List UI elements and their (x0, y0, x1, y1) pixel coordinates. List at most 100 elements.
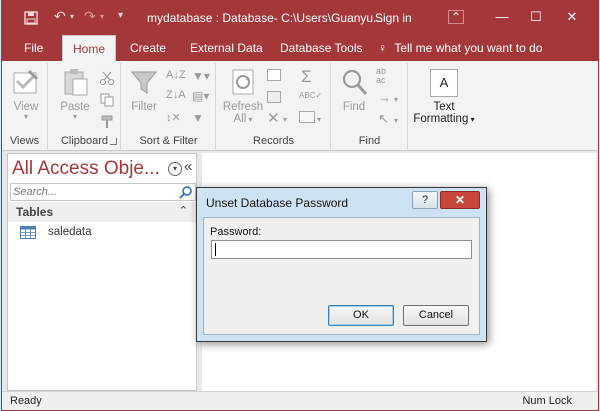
redo-icon[interactable]: ↷ (84, 8, 96, 25)
views-group-label: Views (9, 135, 40, 147)
navigation-pane: All Access Obje... ▾ « Tables ⌃ saledata (7, 153, 197, 391)
tell-me-search[interactable]: ♀ Tell me what you want to do (378, 35, 542, 61)
new-record-icon[interactable] (267, 69, 281, 81)
toggle-filter-icon[interactable]: ▼ (192, 111, 204, 125)
text-formatting-letter: A (439, 75, 449, 90)
view-dropdown-icon: ▾ (23, 112, 28, 121)
nav-search-box (10, 183, 196, 201)
cut-icon[interactable] (99, 71, 115, 85)
spelling-icon[interactable]: ABC✓ (299, 91, 322, 100)
delete-record-icon[interactable]: ✕ (267, 109, 280, 127)
customize-qat-icon[interactable]: ▾ (118, 10, 123, 21)
close-icon[interactable]: ✕ (558, 5, 586, 29)
search-icon[interactable] (179, 185, 193, 199)
window-title: mydatabase : Database- C:\Users\Guanyu..… (147, 11, 384, 25)
ribbon-display-options-icon[interactable]: ⌃ (448, 10, 464, 24)
text-formatting-button[interactable]: A Text Formatting ▾ (411, 67, 477, 125)
records-group-label: Records (253, 135, 294, 147)
password-input[interactable] (211, 240, 472, 259)
find-group: Find ab ac → ▾ ↖ ▾ Find (332, 63, 408, 149)
sort-ascending-icon[interactable]: A↓Z (166, 69, 186, 81)
nav-item-saledata[interactable]: saledata (18, 224, 188, 242)
tables-section-header[interactable]: Tables ⌃ (8, 202, 196, 222)
refresh-all-button[interactable]: Refresh All ▾ (221, 67, 265, 126)
totals-icon[interactable]: Σ (301, 67, 312, 87)
redo-dropdown-icon[interactable]: ▾ (100, 12, 104, 21)
lightbulb-icon: ♀ (378, 41, 387, 55)
dialog-help-button[interactable]: ? (412, 191, 438, 209)
clipboard-launcher-icon[interactable] (110, 138, 117, 145)
more-records-icon[interactable] (299, 111, 315, 123)
sign-in-link[interactable]: Sign in (375, 11, 412, 25)
selection-filter-icon[interactable]: ▼▾ (192, 69, 210, 83)
find-icon (342, 69, 368, 95)
sort-filter-group: Filter A↓Z Z↓A ↕✕ ▼▾ ▤▾ ▼ Sort & Filter (122, 63, 216, 149)
select-dropdown-icon[interactable]: ▾ (394, 116, 398, 125)
text-formatting-group: A Text Formatting ▾ (409, 63, 479, 149)
tell-me-text: Tell me what you want to do (394, 41, 543, 55)
filter-button[interactable]: Filter (126, 67, 162, 113)
select-icon[interactable]: ↖ (378, 111, 389, 127)
formatting-text: Formatting (413, 113, 469, 125)
nav-item-label: saledata (48, 226, 92, 238)
tab-database-tools[interactable]: Database Tools (272, 35, 371, 61)
dialog-title: Unset Database Password (206, 196, 349, 210)
text-formatting-icon: A (430, 69, 458, 97)
go-to-icon[interactable]: → (378, 90, 391, 105)
ok-button[interactable]: OK (328, 305, 394, 326)
tab-create[interactable]: Create (122, 35, 174, 61)
nav-search-input[interactable] (11, 184, 177, 200)
ribbon-body: View ▾ Views Paste ▾ Clipboard Filter A↓… (2, 61, 598, 151)
filter-icon (130, 71, 158, 94)
find-label: Find (342, 101, 366, 113)
replace-icon[interactable]: ab ac (376, 67, 386, 85)
cancel-button[interactable]: Cancel (403, 305, 469, 326)
undo-dropdown-icon[interactable]: ▾ (70, 12, 74, 21)
refresh-dropdown-icon: ▾ (246, 115, 253, 124)
save-record-icon[interactable] (267, 91, 281, 103)
maximize-icon[interactable]: ☐ (522, 5, 550, 29)
records-group: Refresh All ▾ ✕ ▾ Σ ABC✓ ▾ Records (217, 63, 331, 149)
nav-pane-title[interactable]: All Access Obje... (12, 158, 160, 180)
title-bar: ↶ ▾ ↷ ▾ ▾ mydatabase : Database- C:\User… (2, 1, 598, 35)
tab-external-data[interactable]: External Data (182, 35, 271, 61)
status-ready: Ready (10, 395, 42, 407)
formatting-dropdown-icon: ▾ (468, 115, 475, 124)
all-label: All (233, 113, 247, 125)
format-painter-icon[interactable] (99, 115, 115, 129)
copy-icon[interactable] (99, 93, 115, 107)
paste-button[interactable]: Paste ▾ (55, 67, 95, 121)
text-caret (215, 243, 216, 256)
filter-label: Filter (131, 101, 157, 113)
save-icon[interactable] (24, 11, 38, 25)
status-bar: Ready Num Lock (2, 391, 598, 410)
more-dropdown-icon[interactable]: ▾ (317, 115, 321, 124)
refresh-all-label: All ▾ (221, 113, 265, 126)
nav-menu-dropdown-icon[interactable]: ▾ (168, 162, 182, 176)
clipboard-label-text: Clipboard (60, 135, 109, 147)
password-label: Password: (210, 226, 262, 238)
go-to-dropdown-icon[interactable]: ▾ (394, 95, 398, 104)
dialog-close-button[interactable]: ✕ (440, 191, 480, 209)
undo-icon[interactable]: ↶ (54, 8, 66, 25)
refresh-label: Refresh (222, 101, 264, 113)
text-label: Text (433, 101, 455, 113)
remove-sort-icon[interactable]: ↕✕ (166, 111, 181, 124)
view-icon (13, 69, 39, 94)
delete-dropdown-icon[interactable]: ▾ (283, 115, 287, 124)
tables-section-label: Tables (16, 205, 54, 219)
formatting-label: Formatting ▾ (411, 113, 477, 125)
advanced-filter-icon[interactable]: ▤▾ (192, 89, 209, 103)
view-button[interactable]: View ▾ (8, 67, 44, 121)
sort-descending-icon[interactable]: Z↓A (166, 89, 186, 101)
tab-file[interactable]: File (16, 35, 51, 61)
tab-home[interactable]: Home (62, 35, 116, 61)
paste-icon (64, 69, 88, 96)
minimize-icon[interactable]: — (488, 5, 516, 29)
ribbon-tabs: File Home Create External Data Database … (2, 35, 598, 61)
collapse-section-icon[interactable]: ⌃ (179, 204, 188, 217)
table-icon (20, 226, 36, 239)
status-num-lock: Num Lock (522, 395, 572, 407)
shutter-bar-collapse-icon[interactable]: « (184, 158, 192, 175)
find-button[interactable]: Find (336, 67, 372, 113)
